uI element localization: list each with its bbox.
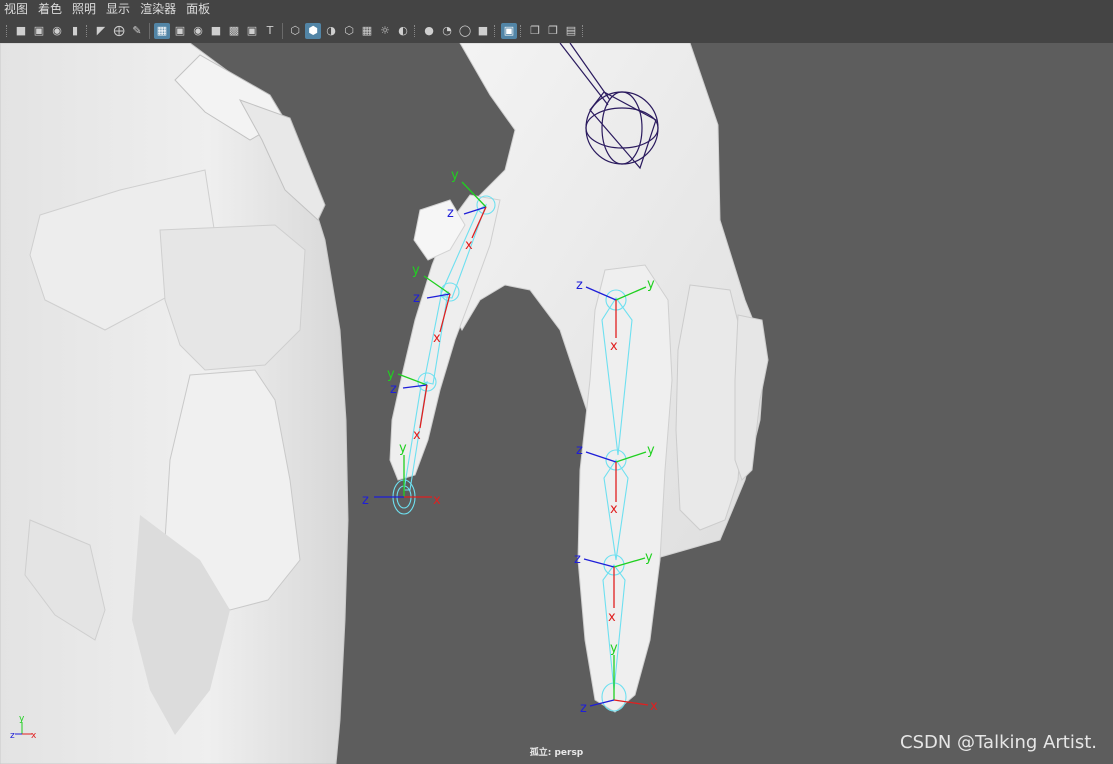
viewport-scene: y z x y z x y z x y z x y z x y z x y z … [0, 43, 769, 764]
lighting-icon[interactable]: ☼ [377, 23, 393, 39]
axis-label-z: z [576, 443, 583, 458]
toolbar-separator [149, 22, 150, 39]
axis-label-y: y [647, 443, 655, 458]
camera-attributes-icon[interactable]: ◉ [49, 23, 65, 39]
toolbar-separator [86, 24, 90, 37]
axis-label-z: z [390, 382, 397, 397]
axis-label-y: y [412, 263, 420, 278]
axis-label-y: y [610, 641, 618, 656]
resolution-gate-icon[interactable]: ◉ [190, 23, 206, 39]
axis-label-x: x [465, 238, 473, 253]
wireframe-on-shaded-icon[interactable]: ⬡ [341, 23, 357, 39]
film-gate-icon[interactable]: ▣ [172, 23, 188, 39]
gate-mask-icon[interactable]: ■ [208, 23, 224, 39]
xray-joints-icon[interactable]: ▤ [563, 23, 579, 39]
axis-label-x: x [650, 699, 658, 714]
grid-icon[interactable]: ▦ [154, 22, 170, 39]
axis-label-x: x [413, 428, 421, 443]
menu-show[interactable]: 显示 [102, 0, 136, 18]
gizmo-z: z [10, 731, 15, 741]
axis-label-y: y [399, 441, 407, 456]
camera-lock-icon[interactable]: ▣ [31, 23, 47, 39]
textured-icon[interactable]: ▦ [359, 23, 375, 39]
menu-lighting[interactable]: 照明 [68, 0, 102, 18]
shadows-icon[interactable]: ◐ [395, 23, 411, 39]
wireframe-icon[interactable]: ⬡ [287, 23, 303, 39]
axis-label-y: y [451, 168, 459, 183]
axis-label-x: x [610, 502, 618, 517]
safe-title-icon[interactable]: T [262, 23, 278, 39]
menu-renderer[interactable]: 渲染器 [136, 0, 182, 18]
axis-label-x: x [608, 610, 616, 625]
bookmark-icon[interactable]: ▮ [67, 23, 83, 39]
menu-shading[interactable]: 着色 [34, 0, 68, 18]
xray-active-icon[interactable]: ❐ [545, 23, 561, 39]
axis-label-z: z [576, 278, 583, 293]
axis-label-y: y [647, 277, 655, 292]
toolbar-handle[interactable] [6, 24, 10, 37]
screen-space-ao-icon[interactable]: ● [421, 23, 437, 39]
field-chart-icon[interactable]: ▩ [226, 23, 242, 39]
axis-label-z: z [574, 552, 581, 567]
toolbar-separator [282, 22, 283, 39]
axis-label-y: y [387, 367, 395, 382]
safe-action-icon[interactable]: ▣ [244, 23, 260, 39]
use-default-material-icon[interactable]: ◑ [323, 23, 339, 39]
axis-label-x: x [433, 331, 441, 346]
axis-label-y: y [645, 550, 653, 565]
smooth-shade-icon[interactable]: ⬢ [305, 22, 321, 39]
toolbar-separator [582, 24, 586, 37]
axis-label-z: z [447, 206, 454, 221]
gizmo-x: x [31, 731, 37, 741]
axis-label-x: x [610, 339, 618, 354]
grease-pencil-icon[interactable]: ✎ [129, 23, 145, 39]
camera-select-icon[interactable]: ■ [13, 23, 29, 39]
axis-label-z: z [580, 701, 587, 716]
menu-view[interactable]: 视图 [0, 0, 34, 18]
isolate-select-icon[interactable]: ▣ [501, 22, 517, 39]
panel-toolbar: ■ ▣ ◉ ▮ ◤ ⨁ ✎ ▦ ▣ ◉ ■ ▩ ▣ T ⬡ ⬢ ◑ ⬡ ▦ ☼ … [0, 18, 1113, 43]
toolbar-separator [520, 24, 524, 37]
gizmo-y: y [19, 714, 25, 724]
axis-label-z: z [413, 291, 420, 306]
axis-label-x: x [433, 493, 441, 508]
motion-blur-icon[interactable]: ◔ [439, 23, 455, 39]
toolbar-separator [494, 24, 498, 37]
2d-pan-zoom-icon[interactable]: ⨁ [111, 23, 127, 39]
menu-panels[interactable]: 面板 [182, 0, 216, 18]
menu-bar: 视图 着色 照明 显示 渲染器 面板 [0, 0, 1113, 18]
depth-of-field-icon[interactable]: ■ [475, 23, 491, 39]
multisample-aa-icon[interactable]: ◯ [457, 23, 473, 39]
watermark: CSDN @Talking Artist. [900, 732, 1097, 753]
pinky-finger[interactable] [734, 314, 769, 481]
image-plane-icon[interactable]: ◤ [93, 23, 109, 39]
xray-icon[interactable]: ❐ [527, 23, 543, 39]
ring-finger[interactable] [675, 284, 743, 531]
toolbar-separator [414, 24, 418, 37]
3d-viewport[interactable]: y z x y z x y z x y z x y z x y z x y z … [0, 43, 1113, 764]
axis-label-z: z [362, 493, 369, 508]
